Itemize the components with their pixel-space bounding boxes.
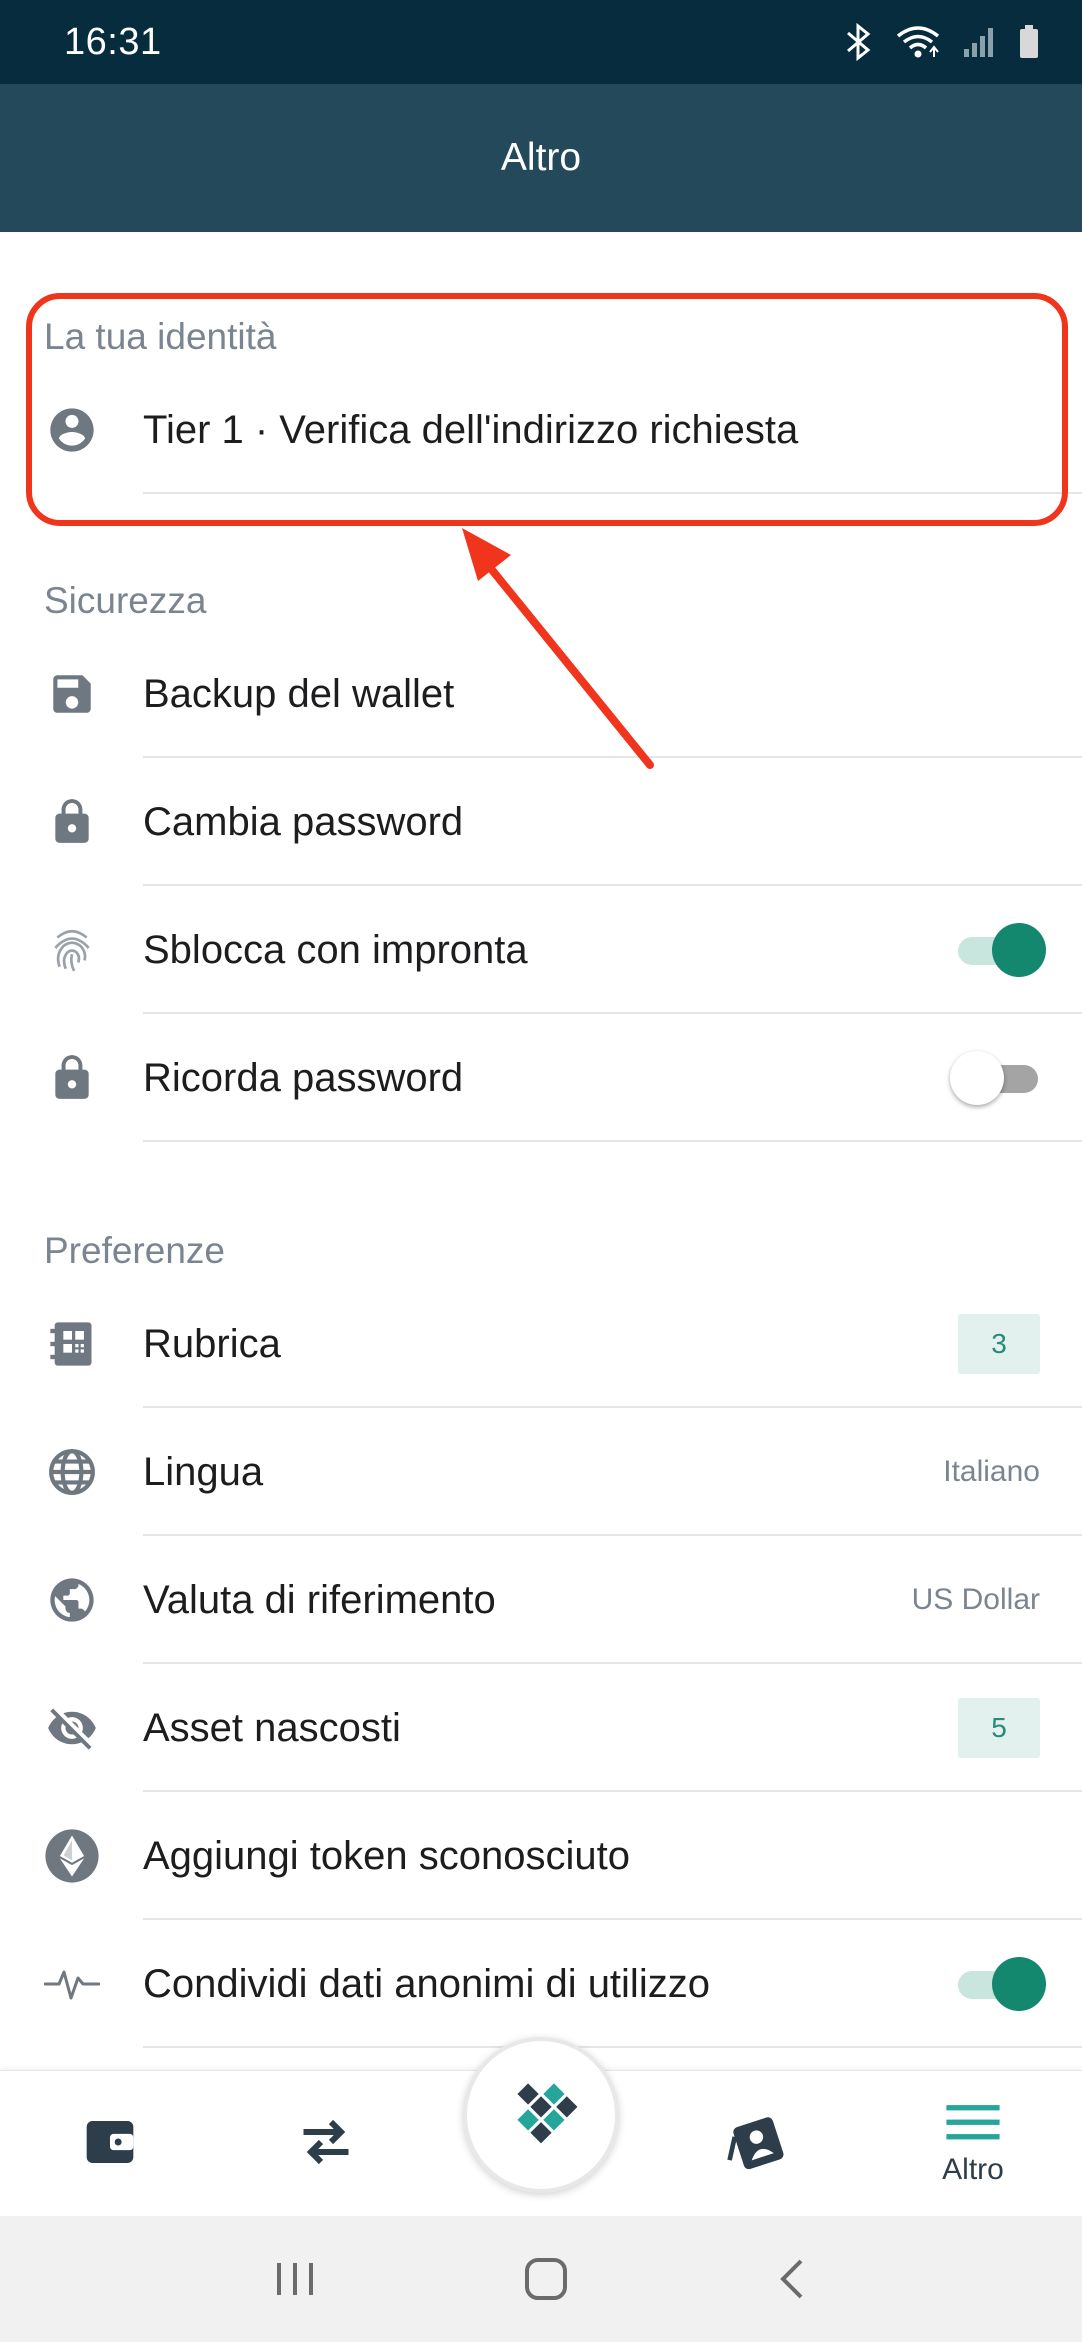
app-bar: Altro (0, 84, 1082, 232)
change-password-item[interactable]: Cambia password (0, 758, 1082, 886)
hidden-assets-count-badge: 5 (958, 1698, 1040, 1758)
reference-currency-value: US Dollar (911, 1583, 1040, 1616)
backup-wallet-label: Backup del wallet (143, 671, 455, 716)
divider (143, 1140, 1082, 1142)
battery-icon (1018, 24, 1040, 60)
nav-swap[interactable] (276, 2071, 376, 2217)
settings-list[interactable]: La tua identità Tier 1 · Verifica dell'i… (0, 232, 1082, 2070)
nav-more[interactable]: Altro (918, 2071, 1028, 2217)
back-icon[interactable] (775, 2257, 809, 2301)
globe-icon (42, 1442, 102, 1502)
wifi-icon (896, 24, 940, 60)
status-icons (844, 23, 1040, 61)
identity-tier-label: Tier 1 · Verifica dell'indirizzo richies… (143, 407, 799, 452)
nav-more-label: Altro (942, 2152, 1004, 2186)
remember-password-toggle[interactable] (950, 1048, 1046, 1108)
add-unknown-token-item[interactable]: Aggiungi token sconosciuto (0, 1792, 1082, 1920)
save-icon (42, 664, 102, 724)
divider (143, 492, 1082, 494)
change-password-label: Cambia password (143, 799, 464, 844)
hidden-assets-item[interactable]: Asset nascosti 5 (0, 1664, 1082, 1792)
cards-icon (727, 2113, 789, 2176)
page-title: Altro (500, 136, 582, 179)
center-logo-button[interactable] (463, 2037, 619, 2193)
nav-wallet[interactable] (60, 2071, 160, 2217)
swap-icon (296, 2117, 356, 2172)
public-globe-icon (42, 1570, 102, 1630)
address-book-icon (42, 1314, 102, 1374)
status-bar: 16:31 (0, 0, 1082, 84)
address-book-item[interactable]: Rubrica 3 (0, 1280, 1082, 1408)
divider (143, 2046, 1082, 2048)
fingerprint-icon (42, 920, 102, 980)
backup-wallet-item[interactable]: Backup del wallet (0, 630, 1082, 758)
reference-currency-label: Valuta di riferimento (143, 1577, 496, 1622)
bluetooth-icon (844, 23, 874, 61)
share-usage-data-item[interactable]: Condividi dati anonimi di utilizzo (0, 1920, 1082, 2048)
remember-password-item[interactable]: Ricorda password (0, 1014, 1082, 1142)
nav-cards[interactable] (708, 2071, 808, 2217)
share-usage-data-label: Condividi dati anonimi di utilizzo (143, 1961, 710, 2006)
language-item[interactable]: Lingua Italiano (0, 1408, 1082, 1536)
toggle-knob (992, 923, 1046, 977)
remember-password-label: Ricorda password (143, 1055, 464, 1100)
language-value: Italiano (943, 1455, 1040, 1488)
toggle-knob (992, 1957, 1046, 2011)
address-book-count-badge: 3 (958, 1314, 1040, 1374)
account-circle-icon (42, 400, 102, 460)
signal-icon (962, 25, 996, 59)
fingerprint-unlock-label: Sblocca con impronta (143, 927, 528, 972)
fingerprint-unlock-item[interactable]: Sblocca con impronta (0, 886, 1082, 1014)
status-time: 16:31 (64, 20, 162, 63)
lock-icon (42, 1048, 102, 1108)
lock-icon (42, 792, 102, 852)
fingerprint-toggle[interactable] (950, 920, 1046, 980)
system-nav-bar (0, 2216, 1082, 2342)
pulse-icon (42, 1954, 102, 2014)
wallet-icon (82, 2116, 138, 2173)
home-icon[interactable] (523, 2256, 569, 2302)
address-book-label: Rubrica (143, 1321, 281, 1366)
recent-apps-icon[interactable] (273, 2259, 317, 2299)
section-header-identity: La tua identità (44, 316, 277, 357)
toggle-knob (950, 1051, 1004, 1105)
section-header-security: Sicurezza (44, 580, 207, 621)
ethereum-icon (42, 1826, 102, 1886)
menu-icon (944, 2102, 1002, 2147)
hidden-assets-label: Asset nascosti (143, 1705, 401, 1750)
eye-off-icon (42, 1698, 102, 1758)
language-label: Lingua (143, 1449, 264, 1494)
reference-currency-item[interactable]: Valuta di riferimento US Dollar (0, 1536, 1082, 1664)
add-unknown-token-label: Aggiungi token sconosciuto (143, 1833, 630, 1878)
identity-tier-item[interactable]: Tier 1 · Verifica dell'indirizzo richies… (0, 366, 1082, 494)
share-usage-data-toggle[interactable] (950, 1954, 1046, 2014)
logo-icon (498, 2070, 584, 2161)
section-header-preferences: Preferenze (44, 1230, 225, 1271)
